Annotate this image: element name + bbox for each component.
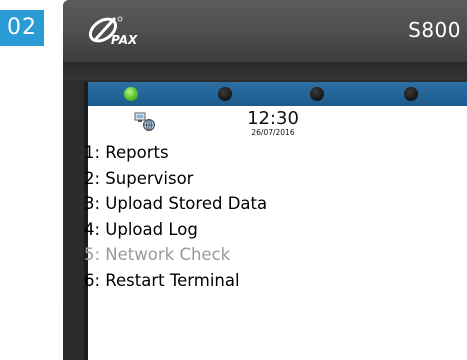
clock-time: 12:30 xyxy=(247,108,299,129)
terminal-menu: 1: Reports 2: Supervisor 3: Upload Store… xyxy=(84,140,267,293)
terminal-screen: 12:30 26/07/2016 1: Reports 2: Superviso… xyxy=(84,82,467,360)
power-led-indicator xyxy=(124,87,138,101)
network-globe-icon xyxy=(134,112,155,131)
menu-item-upload-log[interactable]: 4: Upload Log xyxy=(84,217,267,243)
menu-item-supervisor[interactable]: 2: Supervisor xyxy=(84,166,267,192)
clock-date: 26/07/2016 xyxy=(251,128,295,137)
menu-item-restart-terminal[interactable]: 6: Restart Terminal xyxy=(84,268,267,294)
menu-item-network-check: 5: Network Check xyxy=(84,245,231,264)
pax-logo: PAX xyxy=(88,16,138,47)
status-led-bar xyxy=(88,82,467,106)
terminal-bezel xyxy=(63,62,467,80)
led-indicator-2 xyxy=(218,87,232,101)
menu-item-upload-stored-data[interactable]: 3: Upload Stored Data xyxy=(84,191,267,217)
led-indicator-3 xyxy=(310,87,324,101)
model-label: S800 xyxy=(408,18,461,42)
led-indicator-4 xyxy=(404,87,418,101)
step-number-badge: 02 xyxy=(0,10,44,46)
menu-item-reports[interactable]: 1: Reports xyxy=(84,140,267,166)
svg-text:PAX: PAX xyxy=(111,33,138,47)
